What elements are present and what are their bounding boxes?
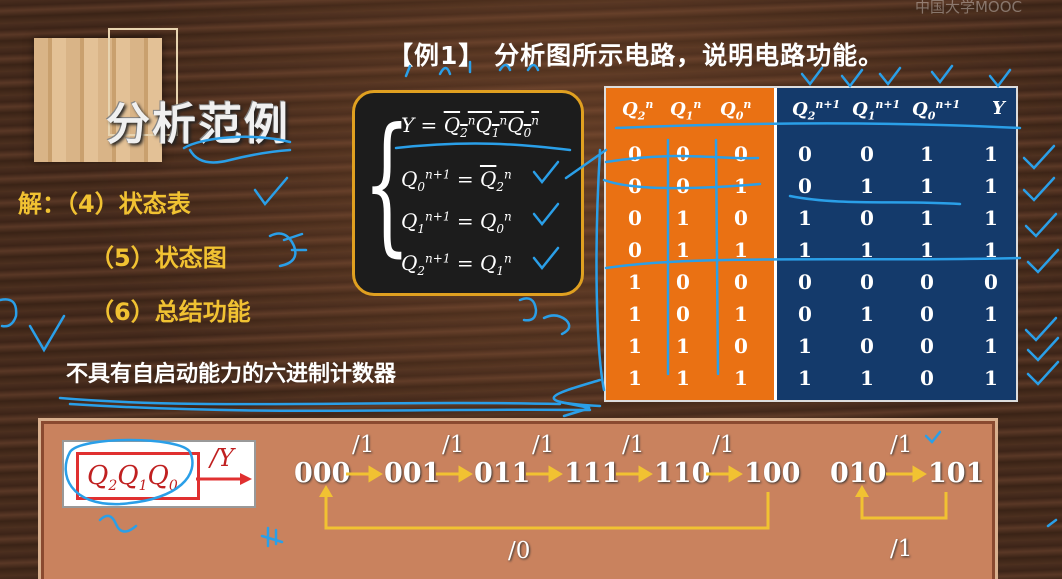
transition-arrowhead <box>728 465 743 483</box>
side-transition-arrowhead <box>912 465 927 483</box>
transition-arrowhead <box>368 465 383 483</box>
annotation-overlay <box>0 60 1060 548</box>
transition-arrowhead <box>458 465 473 483</box>
transition-arrowhead <box>638 465 653 483</box>
transition-arrowhead <box>548 465 563 483</box>
